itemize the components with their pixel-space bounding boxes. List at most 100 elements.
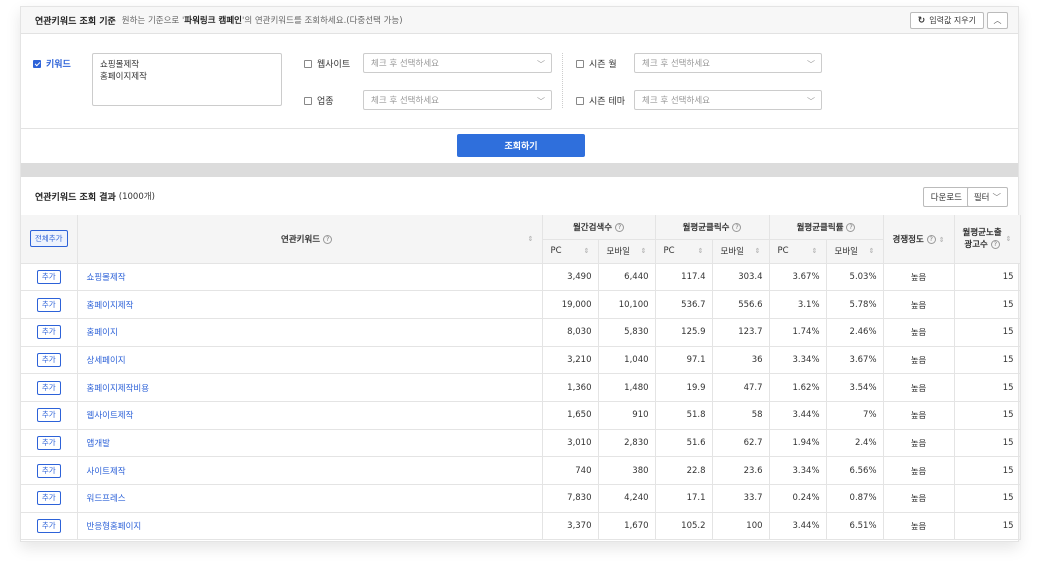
competition-cell: 높음 (883, 429, 955, 458)
avg-ads-cell: 15 (954, 484, 1021, 513)
website-checkbox[interactable]: 웹사이트 (304, 57, 350, 70)
checkbox-icon (304, 96, 312, 105)
add-button[interactable]: 추가 (36, 435, 61, 450)
season-month-placeholder: 체크 후 선택하세요 (642, 59, 710, 69)
avg-ads-cell: 15 (954, 290, 1021, 319)
help-icon[interactable]: ? (732, 222, 742, 232)
keyword-cell[interactable]: 워드프레스 (77, 484, 543, 513)
website-select-placeholder: 체크 후 선택하세요 (371, 59, 439, 69)
clicks-mobile-cell: 58 (712, 401, 770, 430)
season-theme-select[interactable]: 체크 후 선택하세요 ﹀ (634, 90, 822, 110)
add-button[interactable]: 추가 (36, 463, 61, 478)
help-icon[interactable]: ? (926, 234, 936, 244)
keyword-cell[interactable]: 웹사이트제작 (77, 401, 543, 430)
search-mobile-header[interactable]: 모바일 ⇕ (598, 239, 656, 264)
add-button[interactable]: 추가 (36, 325, 61, 340)
help-icon[interactable]: ? (615, 222, 625, 232)
season-month-checkbox[interactable]: 시즌 월 (576, 57, 617, 70)
clicks-pc-header[interactable]: PC ⇕ (655, 239, 713, 264)
season-theme-checkbox[interactable]: 시즌 테마 (576, 94, 625, 107)
desc-suffix: '의 연관키워드를 조회하세요.(다중선택 가능) (241, 16, 403, 26)
desc-bold: 파워링크 캠페인 (184, 16, 242, 26)
results-count: (1000개) (118, 192, 155, 202)
search-button[interactable]: 조회하기 (457, 134, 585, 157)
sort-icon[interactable]: ⇕ (939, 236, 945, 244)
competition-cell: 높음 (883, 401, 955, 430)
chevron-down-icon: ﹀ (807, 60, 815, 69)
ctr-pc-cell: 1.94% (769, 429, 827, 458)
sort-icon[interactable]: ⇕ (1006, 233, 1012, 245)
add-button[interactable]: 추가 (36, 269, 61, 284)
avg-ads-header[interactable]: 월평균노출 광고수 ? ⇕ (954, 215, 1021, 264)
search-pc-cell: 1,360 (542, 373, 599, 402)
add-button[interactable]: 추가 (36, 408, 61, 423)
search-pc-cell: 1,650 (542, 401, 599, 430)
add-cell: 추가 (21, 373, 78, 402)
refresh-icon: ↻ (917, 15, 926, 26)
ctr-pc-header[interactable]: PC ⇕ (769, 239, 827, 264)
season-theme-placeholder: 체크 후 선택하세요 (642, 96, 710, 106)
add-all-button[interactable]: 전체추가 (29, 230, 68, 248)
ctr-mobile-header[interactable]: 모바일 ⇕ (826, 239, 884, 264)
add-button[interactable]: 추가 (36, 297, 61, 312)
keyword-tool-panel: 연관키워드 조회 기준 원하는 기준으로 '파워링크 캠페인'의 연관키워드를 … (20, 6, 1021, 542)
sort-icon: ⇕ (583, 247, 590, 255)
keyword-checkbox[interactable]: 키워드 (33, 57, 71, 70)
sort-icon: ⇕ (811, 247, 818, 255)
competition-header[interactable]: 경쟁정도 ? ⇕ (883, 215, 955, 264)
table-row: 추가 홈페이지제작비용 1,360 1,480 19.9 47.7 1.62% … (21, 373, 1021, 402)
clicks-pc-cell: 22.8 (655, 456, 713, 485)
clicks-pc-cell: 51.6 (655, 429, 713, 458)
search-pc-cell: 3,370 (542, 512, 599, 541)
keyword-cell[interactable]: 홈페이지제작 (77, 290, 543, 319)
add-button[interactable]: 추가 (36, 380, 61, 395)
clicks-mobile-header[interactable]: 모바일 ⇕ (712, 239, 770, 264)
filter-button[interactable]: 필터 ﹀ (966, 187, 1008, 207)
help-icon[interactable]: ? (323, 234, 333, 244)
search-pc-cell: 3,490 (542, 263, 599, 292)
search-pc-header[interactable]: PC ⇕ (542, 239, 599, 264)
avg-ads-cell: 15 (954, 263, 1021, 292)
clicks-mobile-cell: 33.7 (712, 484, 770, 513)
keyword-textarea[interactable]: 쇼핑몰제작 홈페이지제작 (92, 53, 282, 106)
help-icon[interactable]: ? (846, 222, 856, 232)
industry-select[interactable]: 체크 후 선택하세요 ﹀ (363, 90, 552, 110)
season-month-select[interactable]: 체크 후 선택하세요 ﹀ (634, 53, 822, 73)
add-cell: 추가 (21, 484, 78, 513)
clicks-pc-cell: 97.1 (655, 346, 713, 375)
ctr-mobile-cell: 6.51% (826, 512, 884, 541)
industry-checkbox[interactable]: 업종 (304, 94, 334, 107)
chevron-up-icon: ︿ (993, 16, 1002, 25)
add-button[interactable]: 추가 (36, 519, 61, 534)
search-pc-cell: 3,010 (542, 429, 599, 458)
ctr-mobile-cell: 3.67% (826, 346, 884, 375)
search-mobile-cell: 5,830 (598, 318, 656, 347)
add-cell: 추가 (21, 318, 78, 347)
collapse-button[interactable]: ︿ (987, 12, 1008, 29)
add-button[interactable]: 추가 (36, 491, 61, 506)
keyword-cell[interactable]: 사이트제작 (77, 456, 543, 485)
sort-icon[interactable]: ⇕ (528, 235, 534, 243)
reset-button[interactable]: ↻ 입력값 지우기 (909, 12, 984, 29)
avg-ads-cell: 15 (954, 456, 1021, 485)
add-button[interactable]: 추가 (36, 352, 61, 367)
checkbox-checked-icon (33, 59, 41, 68)
keyword-cell[interactable]: 상세페이지 (77, 346, 543, 375)
keyword-cell[interactable]: 홈페이지 (77, 318, 543, 347)
website-label: 웹사이트 (317, 60, 351, 70)
results-title: 연관키워드 조회 결과 (35, 192, 116, 203)
website-select[interactable]: 체크 후 선택하세요 ﹀ (363, 53, 552, 73)
competition-cell: 높음 (883, 318, 955, 347)
filter-label: 필터 (973, 193, 990, 203)
keyword-cell[interactable]: 홈페이지제작비용 (77, 373, 543, 402)
download-button[interactable]: 다운로드 (922, 187, 970, 207)
help-icon[interactable]: ? (990, 239, 1000, 249)
clicks-mobile-cell: 303.4 (712, 263, 770, 292)
table-row: 추가 홈페이지제작 19,000 10,100 536.7 556.6 3.1%… (21, 290, 1021, 319)
keyword-cell[interactable]: 앱개발 (77, 429, 543, 458)
keyword-cell[interactable]: 반응형홈페이지 (77, 512, 543, 541)
sort-icon: ⇕ (754, 247, 761, 255)
avg-ads-cell: 15 (954, 429, 1021, 458)
keyword-column-header[interactable]: 연관키워드 ? ⇕ (77, 215, 543, 264)
keyword-cell[interactable]: 쇼핑몰제작 (77, 263, 543, 292)
